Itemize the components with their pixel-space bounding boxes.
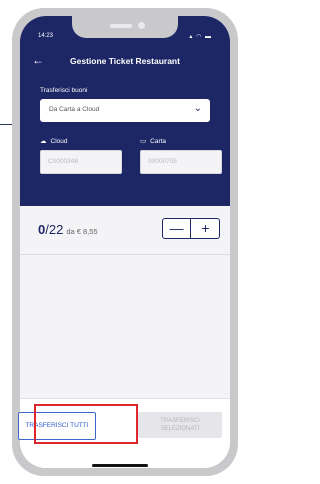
transfer-direction-value: Da Carta a Cloud [49, 106, 100, 113]
card-icon: ▭ [140, 138, 147, 145]
transfer-direction-select[interactable]: Da Carta a Cloud ⌄ [40, 99, 210, 122]
transfer-selected-label: TRASFERISCI SELEZIONATI [160, 418, 200, 432]
cloud-code-field: C0000348 [40, 150, 122, 174]
transfer-section-label: Trasferisci buoni [40, 87, 88, 94]
divider [20, 254, 230, 255]
decrement-button[interactable]: — [163, 219, 191, 238]
card-label: ▭ Carta [140, 137, 166, 145]
increment-button[interactable]: + [192, 219, 219, 238]
cloud-icon: ☁ [40, 138, 47, 145]
home-indicator [92, 464, 148, 467]
phone-screen: 14:23 ▴ ◠ ▬ ← Gestione Ticket Restaurant… [20, 16, 230, 468]
status-time: 14:23 [38, 33, 54, 39]
quantity-stepper: — + [162, 218, 220, 239]
cloud-code-value: C0000348 [48, 158, 78, 165]
app-header: 14:23 ▴ ◠ ▬ ← Gestione Ticket Restaurant… [20, 16, 230, 206]
status-icons: ▴ ◠ ▬ [189, 34, 212, 40]
card-label-text: Carta [150, 138, 167, 145]
page-title: Gestione Ticket Restaurant [70, 56, 180, 66]
speaker [110, 24, 132, 28]
transfer-selected-button[interactable]: TRASFERISCI SELEZIONATI [138, 412, 222, 438]
ticket-counter: 0/22 da € 8,55 [38, 222, 98, 237]
highlight-box [34, 404, 138, 444]
card-code-field: 00000705 [140, 150, 222, 174]
camera [138, 22, 145, 29]
cloud-label: ☁ Cloud [40, 137, 67, 145]
chevron-down-icon: ⌄ [193, 103, 202, 114]
phone-notch [72, 16, 178, 38]
card-code-value: 00000705 [148, 158, 177, 165]
nav-bar: ← Gestione Ticket Restaurant [20, 50, 230, 74]
total-count: /22 [45, 222, 64, 237]
cloud-label-text: Cloud [50, 138, 68, 145]
ticket-price: da € 8,55 [66, 227, 98, 236]
